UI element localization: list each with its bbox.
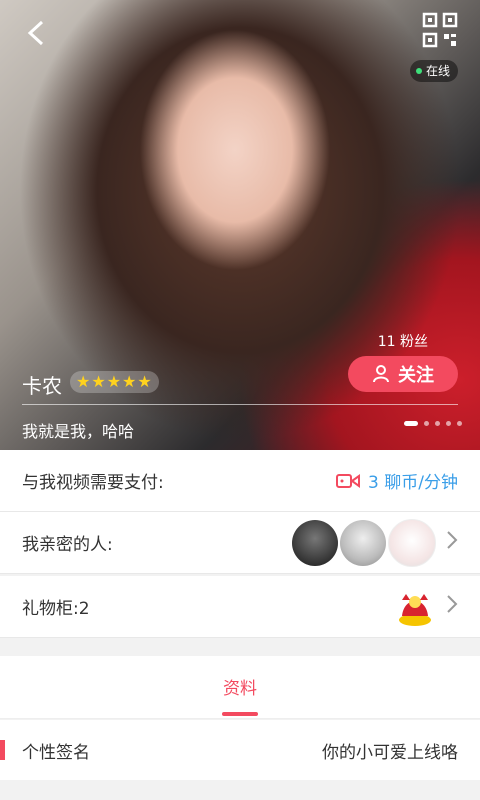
video-price-row[interactable]: 与我视频需要支付: 3 聊币/分钟 xyxy=(0,450,480,512)
avatar[interactable] xyxy=(292,519,338,566)
intimate-people-label: 我亲密的人: xyxy=(22,535,113,555)
intimate-avatars xyxy=(292,518,436,567)
tab-active-indicator xyxy=(222,712,258,716)
chevron-right-icon xyxy=(446,530,458,556)
user-name: 卡农 xyxy=(22,374,62,398)
avatar[interactable] xyxy=(388,518,436,567)
profile-tabs: 资料 xyxy=(0,656,480,719)
signature-label: 个性签名 xyxy=(22,742,90,763)
online-status-label: 在线 xyxy=(425,64,450,78)
hero-divider xyxy=(22,404,458,405)
gift-icon xyxy=(399,593,431,626)
user-bio: 我就是我，哈哈 xyxy=(22,422,135,441)
online-status-badge: 在线 xyxy=(409,60,458,82)
tab-profile-info[interactable]: 资料 xyxy=(0,674,480,699)
video-price-label: 与我视频需要支付: xyxy=(22,473,164,493)
carousel-dot[interactable] xyxy=(457,421,462,426)
chevron-right-icon xyxy=(446,594,458,620)
carousel-indicator xyxy=(404,421,462,426)
signature-row: 个性签名 你的小可爱上线咯 xyxy=(0,720,480,780)
back-button[interactable] xyxy=(22,18,52,48)
carousel-dot[interactable] xyxy=(424,421,429,426)
intimate-people-row[interactable]: 我亲密的人: xyxy=(0,512,480,574)
gift-cabinet-label: 礼物柜:2 xyxy=(22,599,90,619)
video-price-value-group: 3 聊币/分钟 xyxy=(336,468,458,493)
user-add-icon xyxy=(373,365,389,383)
gift-cabinet-row[interactable]: 礼物柜:2 xyxy=(0,576,480,638)
video-camera-icon xyxy=(336,473,361,488)
qr-code-button[interactable] xyxy=(422,12,458,48)
fans-count: 11 粉丝 xyxy=(377,334,428,350)
avatar[interactable] xyxy=(340,519,386,566)
rating-stars: ★★★★★ xyxy=(70,371,159,393)
qr-code-icon xyxy=(422,12,458,48)
signature-value: 你的小可爱上线咯 xyxy=(322,742,458,763)
follow-button[interactable]: 关注 xyxy=(348,356,458,392)
carousel-dot[interactable] xyxy=(435,421,440,426)
video-price-value: 3 聊币/分钟 xyxy=(368,473,458,493)
profile-hero-photo: 在线 11 粉丝 关注 卡农 ★★★★★ 我就是我，哈哈 xyxy=(0,0,480,450)
carousel-dot[interactable] xyxy=(446,421,451,426)
signature-accent-bar xyxy=(0,740,5,760)
carousel-dot-active[interactable] xyxy=(404,421,418,426)
follow-label: 关注 xyxy=(398,365,434,386)
chevron-left-icon xyxy=(27,20,44,46)
